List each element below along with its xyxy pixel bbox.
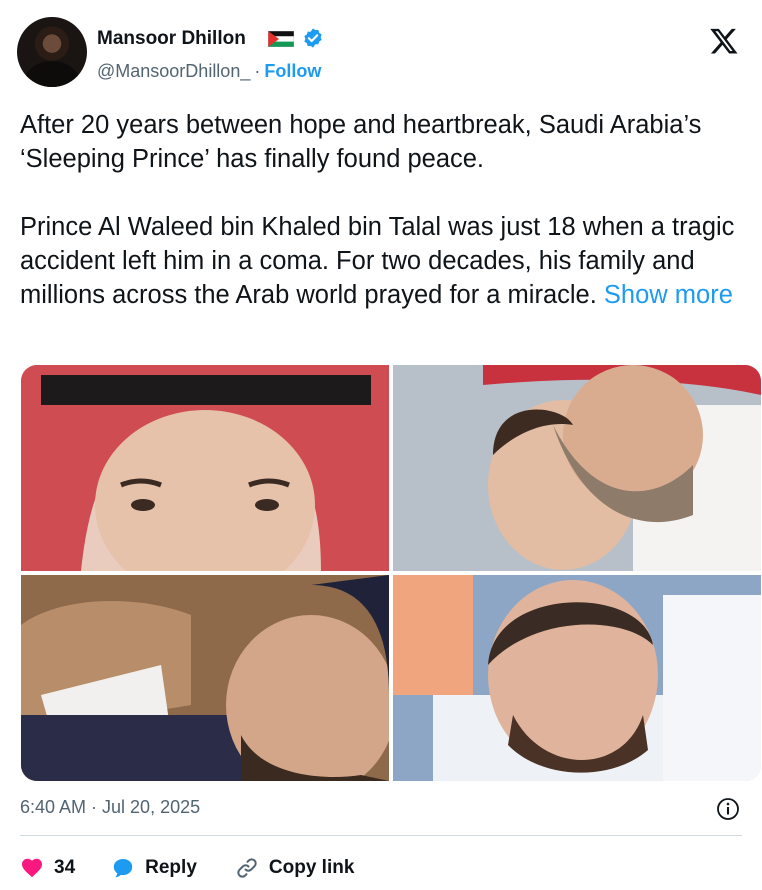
separator-dot: ·	[254, 61, 261, 81]
like-button[interactable]: 34	[20, 856, 75, 880]
x-logo-icon[interactable]	[708, 26, 740, 56]
handle-row: @MansoorDhillon_ · Follow	[97, 61, 321, 82]
action-bar: 34 Reply Copy link	[20, 853, 354, 883]
avatar[interactable]	[17, 17, 87, 87]
reply-label: Reply	[145, 857, 197, 878]
photo-grid	[21, 365, 761, 781]
author-handle[interactable]: @MansoorDhillon_	[97, 61, 250, 81]
reply-button[interactable]: Reply	[111, 856, 197, 880]
copy-link-button[interactable]: Copy link	[235, 856, 355, 880]
tweet-paragraph-2: Prince Al Waleed bin Khaled bin Talal wa…	[20, 210, 745, 312]
reply-bubble-icon	[113, 859, 133, 878]
photo-1[interactable]	[21, 365, 389, 571]
follow-button[interactable]: Follow	[264, 61, 321, 81]
palestine-flag-icon	[268, 31, 294, 47]
tweet-text: After 20 years between hope and heartbre…	[20, 108, 745, 312]
heart-icon	[22, 858, 42, 878]
author-name[interactable]: Mansoor Dhillon	[97, 28, 246, 50]
photo-2[interactable]	[393, 365, 761, 571]
photo-3[interactable]	[21, 575, 389, 781]
divider	[20, 835, 742, 836]
timestamp[interactable]: 6:40 AM · Jul 20, 2025	[20, 797, 200, 818]
like-count: 34	[54, 857, 76, 878]
show-more-link[interactable]: Show more	[604, 281, 733, 309]
info-icon[interactable]	[716, 797, 740, 821]
tweet-card: Mansoor Dhillon @MansoorDhillon_ · Follow …	[0, 0, 762, 890]
link-icon	[237, 858, 257, 878]
copy-link-label: Copy link	[268, 857, 355, 878]
photo-4[interactable]	[393, 575, 761, 781]
verified-badge-icon	[304, 28, 322, 48]
tweet-paragraph-1: After 20 years between hope and heartbre…	[20, 111, 702, 173]
